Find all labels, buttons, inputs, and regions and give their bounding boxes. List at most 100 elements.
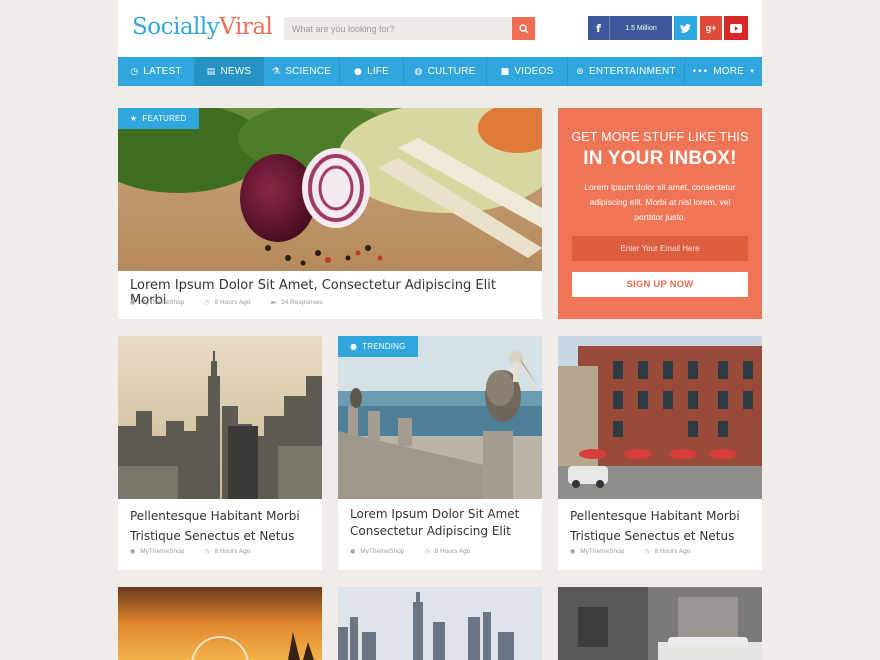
facebook-count: 1.5 Million bbox=[625, 24, 657, 32]
main-navigation: ◷ LATEST ▤ NEWS ⚗ SCIENCE ● LIFE ◍ CULTURE ■ V… bbox=[118, 57, 762, 86]
sign-up-button[interactable]: SIGN UP NOW bbox=[572, 272, 748, 297]
nav-item-science[interactable]: ⚗ SCIENCE bbox=[264, 57, 340, 86]
drop-icon: ● bbox=[354, 66, 363, 77]
newsletter-heading-line1: GET MORE STUFF LIKE THIS bbox=[571, 130, 749, 144]
article-image-street[interactable] bbox=[558, 336, 762, 499]
search-button[interactable] bbox=[512, 17, 535, 40]
chevron-down-icon: ▼ bbox=[749, 68, 756, 75]
author-name[interactable]: MyThemeShop bbox=[140, 299, 184, 306]
nav-item-latest[interactable]: ◷ LATEST bbox=[118, 57, 195, 86]
user-icon: ● bbox=[350, 548, 356, 555]
meta-time: ◷ 8 Hours Ago bbox=[424, 548, 470, 555]
youtube-button[interactable] bbox=[724, 16, 748, 40]
article-meta: ● MyThemeShop ◷ 8 Hours Ago bbox=[570, 548, 710, 555]
clock-icon: ◷ bbox=[424, 548, 430, 555]
document-icon: ▤ bbox=[206, 66, 216, 77]
meta-author: ● MyThemeShop bbox=[350, 548, 404, 555]
article-card[interactable]: ● TRENDING Lorem Ipsum Dolor Sit Amet Con… bbox=[338, 336, 542, 570]
user-icon: ● bbox=[570, 548, 576, 555]
article-title[interactable]: Pellentesque Habitant Morbi Tristique Se… bbox=[570, 506, 755, 546]
article-image-sunset[interactable] bbox=[118, 587, 322, 660]
article-image-pelican[interactable] bbox=[338, 336, 542, 499]
meta-time: ◷ 8 Hours Ago bbox=[204, 299, 250, 306]
author-name[interactable]: MyThemeShop bbox=[140, 548, 184, 555]
article-image-skyline[interactable] bbox=[338, 587, 542, 660]
article-image-old-street[interactable] bbox=[558, 587, 762, 660]
featured-badge: ★ FEATURED bbox=[118, 108, 199, 129]
newsletter-email-input[interactable] bbox=[572, 236, 748, 261]
meta-author: ● MyThemeShop bbox=[570, 548, 624, 555]
clock-icon: ◷ bbox=[204, 548, 210, 555]
meta-author: ● MyThemeShop bbox=[130, 548, 184, 555]
ellipsis-icon: ••• bbox=[691, 66, 709, 77]
search-input[interactable] bbox=[284, 17, 510, 40]
twitter-icon bbox=[680, 23, 691, 33]
meta-author: ● MyThemeShop bbox=[130, 299, 184, 306]
nav-label: CULTURE bbox=[427, 66, 476, 77]
newsletter-widget: GET MORE STUFF LIKE THIS IN YOUR INBOX! … bbox=[558, 108, 762, 319]
time-ago: 8 Hours Ago bbox=[654, 548, 691, 555]
badge-label: TRENDING bbox=[362, 342, 406, 351]
author-name[interactable]: MyThemeShop bbox=[360, 548, 404, 555]
response-count[interactable]: 24 Responses bbox=[281, 299, 323, 306]
facebook-button[interactable]: f 1.5 Million bbox=[588, 16, 672, 40]
article-card[interactable]: Pellentesque Habitant Morbi Tristique Se… bbox=[118, 336, 322, 570]
nav-label: MORE bbox=[713, 66, 745, 77]
nav-label: SCIENCE bbox=[285, 66, 332, 77]
article-meta: ● MyThemeShop ◷ 8 Hours Ago bbox=[350, 548, 490, 555]
nav-item-entertainment[interactable]: ⊜ ENTERTAINMENT bbox=[568, 57, 685, 86]
clock-icon: ◷ bbox=[130, 66, 139, 77]
twitter-button[interactable] bbox=[674, 16, 697, 40]
author-name[interactable]: MyThemeShop bbox=[580, 548, 624, 555]
clock-icon: ◷ bbox=[644, 548, 650, 555]
meta-time: ◷ 8 Hours Ago bbox=[644, 548, 690, 555]
nav-item-life[interactable]: ● LIFE bbox=[340, 57, 404, 86]
article-card[interactable] bbox=[558, 587, 762, 660]
logo-part-1: Socially bbox=[132, 14, 220, 40]
nav-label: ENTERTAINMENT bbox=[589, 66, 676, 77]
article-title[interactable]: Lorem Ipsum Dolor Sit Amet Consectetur A… bbox=[350, 506, 535, 540]
youtube-icon bbox=[730, 23, 742, 33]
time-ago: 8 Hours Ago bbox=[434, 548, 471, 555]
logo-part-2: Viral bbox=[219, 14, 273, 40]
time-ago: 8 Hours Ago bbox=[214, 548, 251, 555]
nav-item-more[interactable]: ••• MORE ▼ bbox=[685, 57, 762, 86]
featured-meta: ● MyThemeShop ◷ 8 Hours Ago ▬ 24 Responses bbox=[130, 299, 343, 306]
nav-label: LIFE bbox=[367, 66, 389, 77]
google-plus-icon: g+ bbox=[705, 23, 717, 33]
google-plus-button[interactable]: g+ bbox=[700, 16, 722, 40]
article-card[interactable]: Pellentesque Habitant Morbi Tristique Se… bbox=[558, 336, 762, 570]
article-card[interactable] bbox=[118, 587, 322, 660]
newsletter-heading-line2: IN YOUR INBOX! bbox=[583, 148, 737, 169]
flask-icon: ⚗ bbox=[271, 66, 281, 77]
site-header: SociallyViral f 1.5 Million g+ bbox=[118, 0, 762, 57]
meta-time: ◷ 8 Hours Ago bbox=[204, 548, 250, 555]
article-title[interactable]: Pellentesque Habitant Morbi Tristique Se… bbox=[130, 506, 315, 546]
nav-label: NEWS bbox=[220, 66, 252, 77]
nav-item-news[interactable]: ▤ NEWS bbox=[195, 57, 264, 86]
newsletter-description: Lorem ipsum dolor sit amet, consectetur … bbox=[584, 182, 736, 222]
nav-label: VIDEOS bbox=[514, 66, 554, 77]
fire-icon: ● bbox=[350, 342, 358, 351]
comment-icon: ▬ bbox=[270, 299, 277, 306]
featured-article-card[interactable]: ★ FEATURED Lorem Ipsum Dolor Sit Amet, Co… bbox=[118, 108, 542, 319]
meta-responses: ▬ 24 Responses bbox=[270, 299, 322, 306]
badge-label: FEATURED bbox=[142, 114, 187, 123]
nav-label: LATEST bbox=[143, 66, 182, 77]
featured-image[interactable] bbox=[118, 108, 542, 271]
facebook-icon: f bbox=[588, 16, 610, 40]
search-icon bbox=[518, 23, 529, 34]
video-camera-icon: ■ bbox=[500, 66, 510, 77]
user-icon: ● bbox=[130, 548, 136, 555]
user-icon: ● bbox=[130, 299, 136, 306]
nav-item-culture[interactable]: ◍ CULTURE bbox=[404, 57, 487, 86]
article-image-city[interactable] bbox=[118, 336, 322, 499]
time-ago: 8 Hours Ago bbox=[214, 299, 251, 306]
clock-icon: ◷ bbox=[204, 299, 210, 306]
nav-item-videos[interactable]: ■ VIDEOS bbox=[487, 57, 568, 86]
globe-icon: ◍ bbox=[414, 66, 423, 77]
article-card[interactable] bbox=[338, 587, 542, 660]
gamepad-icon: ⊜ bbox=[576, 66, 585, 77]
site-logo[interactable]: SociallyViral bbox=[132, 14, 273, 40]
search-bar bbox=[284, 17, 535, 40]
